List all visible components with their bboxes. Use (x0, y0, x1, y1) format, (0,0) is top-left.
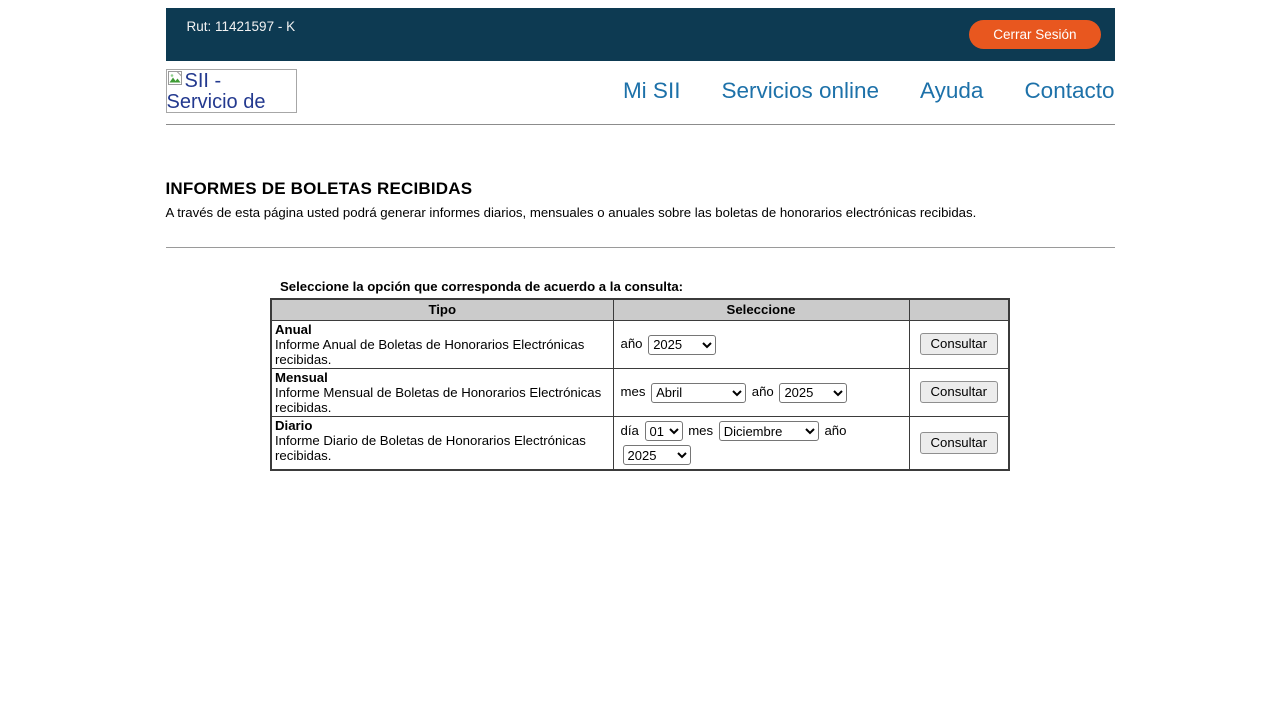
consulta-section: Seleccione la opción que corresponda de … (270, 279, 1010, 471)
header-tipo: Tipo (271, 299, 613, 320)
diario-year-label: año (824, 423, 846, 438)
consulta-table: Tipo Seleccione Anual Informe Anual de B… (270, 298, 1010, 471)
page-title: INFORMES DE BOLETAS RECIBIDAS (166, 179, 1115, 199)
nav-servicios-online[interactable]: Servicios online (721, 78, 879, 104)
diario-tipo-cell: Diario Informe Diario de Boletas de Hono… (271, 416, 613, 470)
anual-year-select[interactable]: 2025 (648, 335, 716, 355)
mensual-tipo-cell: Mensual Informe Mensual de Boletas de Ho… (271, 368, 613, 416)
mensual-description: Informe Mensual de Boletas de Honorarios… (275, 385, 601, 415)
mensual-month-label: mes (621, 384, 646, 399)
broken-image-alt-text: SII - Servicio de (167, 70, 266, 113)
header-action (909, 299, 1009, 320)
anual-select-cell: año 2025 (613, 320, 909, 368)
nav-contacto[interactable]: Contacto (1024, 78, 1114, 104)
mensual-year-select[interactable]: 2025 (779, 383, 847, 403)
site-header: SII - Servicio de Mi SII Servicios onlin… (166, 61, 1115, 125)
mensual-year-label: año (752, 384, 774, 399)
table-row-mensual: Mensual Informe Mensual de Boletas de Ho… (271, 368, 1009, 416)
diario-type-label: Diario (275, 418, 312, 433)
logout-button[interactable]: Cerrar Sesión (969, 20, 1100, 49)
page-container: Rut: 11421597 - K Cerrar Sesión SII - Se… (166, 8, 1115, 471)
sii-logo-link[interactable]: SII - Servicio de (166, 69, 297, 113)
mensual-action-cell: Consultar (909, 368, 1009, 416)
diario-day-label: día (621, 423, 639, 438)
broken-image-icon (167, 70, 184, 87)
header-seleccione: Seleccione (613, 299, 909, 320)
mensual-month-select[interactable]: Abril (651, 383, 746, 403)
anual-consultar-button[interactable]: Consultar (920, 333, 998, 355)
diario-day-select[interactable]: 01 (645, 421, 683, 441)
anual-tipo-cell: Anual Informe Anual de Boletas de Honora… (271, 320, 613, 368)
table-caption: Seleccione la opción que corresponda de … (270, 279, 1010, 294)
table-row-diario: Diario Informe Diario de Boletas de Hono… (271, 416, 1009, 470)
diario-description: Informe Diario de Boletas de Honorarios … (275, 433, 586, 463)
session-bar: Rut: 11421597 - K Cerrar Sesión (166, 8, 1115, 61)
diario-month-select[interactable]: Diciembre (719, 421, 819, 441)
table-header-row: Tipo Seleccione (271, 299, 1009, 320)
rut-label: Rut: 11421597 - K (166, 8, 296, 34)
diario-select-cell: día 01 mes Diciembre año 2025 (613, 416, 909, 470)
nav-mi-sii[interactable]: Mi SII (623, 78, 681, 104)
mensual-type-label: Mensual (275, 370, 328, 385)
diario-month-label: mes (688, 423, 713, 438)
anual-action-cell: Consultar (909, 320, 1009, 368)
nav-ayuda[interactable]: Ayuda (920, 78, 983, 104)
diario-year-select[interactable]: 2025 (623, 445, 691, 465)
mensual-consultar-button[interactable]: Consultar (920, 381, 998, 403)
diario-consultar-button[interactable]: Consultar (920, 432, 998, 454)
main-nav: Mi SII Servicios online Ayuda Contacto (623, 78, 1115, 104)
page-description: A través de esta página usted podrá gene… (166, 204, 1115, 222)
mensual-select-cell: mes Abril año 2025 (613, 368, 909, 416)
table-row-anual: Anual Informe Anual de Boletas de Honora… (271, 320, 1009, 368)
content-divider (166, 247, 1115, 248)
anual-year-label: año (621, 336, 643, 351)
anual-description: Informe Anual de Boletas de Honorarios E… (275, 337, 584, 367)
diario-action-cell: Consultar (909, 416, 1009, 470)
anual-type-label: Anual (275, 322, 312, 337)
